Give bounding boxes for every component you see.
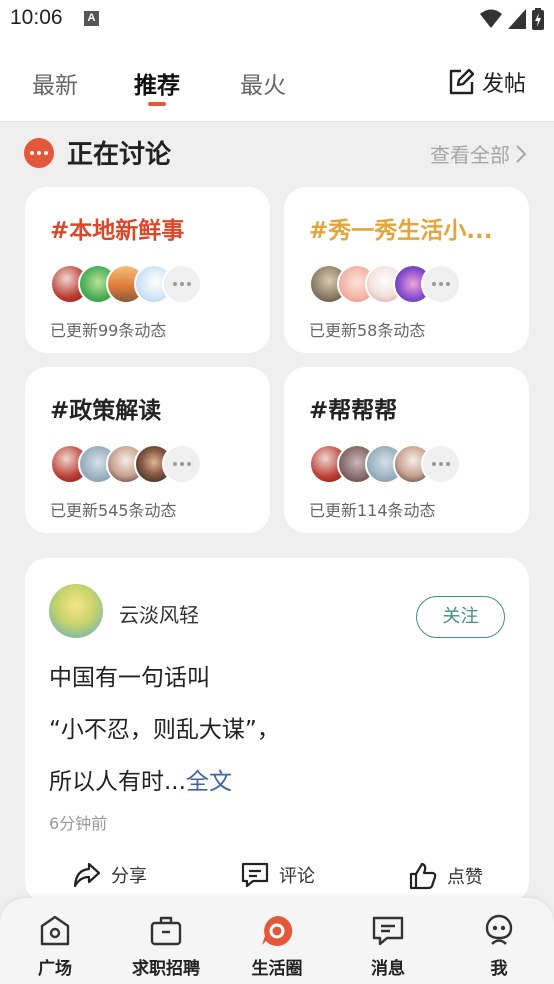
topic-update-count: 已更新114条动态 — [309, 501, 436, 520]
share-label: 分享 — [111, 866, 147, 887]
top-header: 最新 推荐 最火 发帖 — [0, 40, 554, 122]
more-avatars-icon — [421, 264, 461, 304]
post-text-fragment: 所以人有时... — [49, 769, 186, 795]
wifi-icon — [480, 9, 502, 28]
topic-title: #政策解读 — [50, 398, 162, 424]
nav-label: 消息 — [371, 959, 405, 979]
topic-update-count: 已更新545条动态 — [50, 501, 177, 520]
post-text-line: 中国有一句话叫 — [49, 665, 210, 691]
post-button[interactable]: 发帖 — [446, 66, 526, 98]
post-card[interactable]: 云淡风轻 关注 中国有一句话叫 “小不忍，则乱大谋”， 所以人有时...全文 6… — [25, 558, 529, 903]
author-name[interactable]: 云淡风轻 — [119, 599, 199, 628]
nav-label: 生活圈 — [251, 959, 303, 979]
nav-item-life-circle[interactable]: 生活圈 — [227, 914, 327, 979]
participant-avatars — [50, 264, 202, 304]
status-bar: 10:06 A — [0, 0, 554, 40]
thumbs-up-icon — [409, 862, 437, 890]
briefcase-icon — [150, 916, 182, 946]
nav-label: 广场 — [38, 959, 72, 979]
post-button-label: 发帖 — [481, 72, 526, 97]
view-all-label: 查看全部 — [430, 143, 510, 167]
more-avatars-icon — [162, 264, 202, 304]
signal-icon — [508, 9, 526, 29]
topic-title: #帮帮帮 — [309, 398, 398, 424]
nav-label: 我 — [490, 959, 508, 979]
tab-latest[interactable]: 最新 — [32, 66, 78, 100]
like-label: 点赞 — [447, 867, 483, 888]
author-avatar[interactable] — [49, 584, 103, 638]
nav-item-messages[interactable]: 消息 — [338, 914, 438, 979]
status-icons — [480, 8, 544, 30]
share-icon — [73, 862, 101, 888]
chevron-right-icon — [516, 144, 526, 163]
discussion-icon — [24, 138, 54, 168]
topic-title: #秀一秀生活小... — [309, 218, 493, 244]
comment-label: 评论 — [279, 866, 315, 887]
life-circle-icon — [262, 915, 293, 946]
comment-icon — [241, 862, 269, 888]
active-tab-indicator — [148, 102, 166, 106]
more-avatars-icon — [162, 444, 202, 484]
nav-item-jobs[interactable]: 求职招聘 — [116, 914, 216, 979]
view-all-link[interactable]: 查看全部 — [430, 139, 526, 168]
nav-item-me[interactable]: 我 — [449, 914, 549, 979]
participant-avatars — [309, 264, 461, 304]
like-button[interactable]: 点赞 — [409, 862, 483, 890]
full-text-link[interactable]: 全文 — [186, 769, 232, 795]
participant-avatars — [309, 444, 461, 484]
share-button[interactable]: 分享 — [73, 862, 147, 888]
tab-recommended[interactable]: 推荐 — [134, 66, 180, 100]
more-avatars-icon — [421, 444, 461, 484]
section-title: 正在讨论 — [67, 140, 172, 170]
topic-title: #本地新鲜事 — [50, 218, 185, 244]
comment-button[interactable]: 评论 — [241, 862, 315, 888]
topic-update-count: 已更新99条动态 — [50, 321, 167, 340]
topic-card-local-news[interactable]: #本地新鲜事 已更新99条动态 — [25, 187, 270, 353]
post-text-line-last: 所以人有时...全文 — [49, 762, 232, 796]
profile-icon — [485, 914, 513, 945]
participant-avatars — [50, 444, 202, 484]
post-time: 6分钟前 — [49, 814, 108, 833]
post-text-line: “小不忍，则乱大谋”， — [49, 717, 280, 743]
message-icon — [372, 916, 404, 946]
tab-hottest[interactable]: 最火 — [240, 66, 286, 100]
topic-card-show-life[interactable]: #秀一秀生活小... 已更新58条动态 — [284, 187, 529, 353]
battery-icon — [532, 8, 544, 30]
edit-icon — [449, 68, 475, 95]
nav-label: 求职招聘 — [132, 959, 200, 979]
notification-badge: A — [84, 11, 99, 26]
status-time: 10:06 — [10, 6, 63, 29]
nav-item-square[interactable]: 广场 — [5, 914, 105, 979]
bottom-nav: 广场 求职招聘 生活圈 消息 我 — [0, 898, 554, 984]
follow-button[interactable]: 关注 — [416, 596, 505, 638]
topic-card-help[interactable]: #帮帮帮 已更新114条动态 — [284, 367, 529, 533]
discussion-section-header: 正在讨论 查看全部 — [0, 122, 554, 182]
topic-card-policy[interactable]: #政策解读 已更新545条动态 — [25, 367, 270, 533]
square-home-icon — [40, 915, 70, 946]
topic-update-count: 已更新58条动态 — [309, 321, 426, 340]
